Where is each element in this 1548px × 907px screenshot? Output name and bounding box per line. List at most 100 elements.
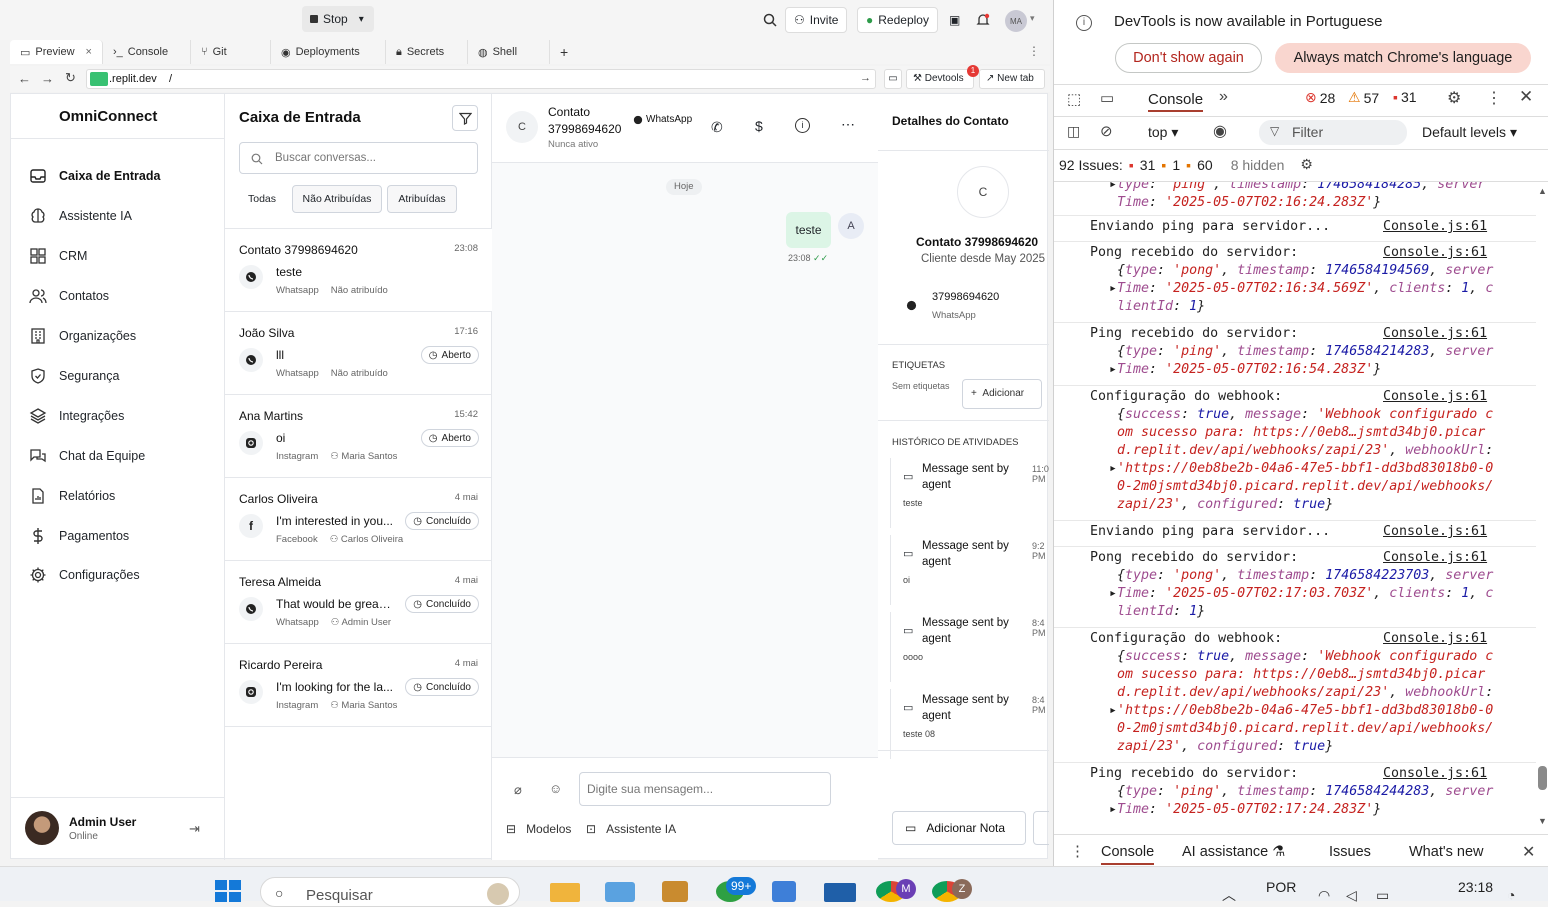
more-icon[interactable]: ⋮ (1486, 88, 1502, 108)
drawer-tab-console[interactable]: Console (1101, 844, 1155, 865)
context-select[interactable]: top ▾ (1148, 124, 1178, 141)
tab-all[interactable]: Todas (239, 185, 285, 213)
tab-assigned[interactable]: Atribuídas (387, 185, 457, 213)
sidebar-item-reports[interactable]: Relatórios (15, 478, 221, 514)
list-item[interactable]: Teresa Almeida 4 mai That would be great… (225, 561, 492, 644)
scrollbar-thumb[interactable] (1538, 766, 1547, 790)
language-indicator[interactable]: POR (1266, 879, 1296, 895)
sidebar-item-settings[interactable]: Configurações (15, 557, 221, 593)
list-item[interactable]: Ricardo Pereira 4 mai I'm looking for th… (225, 644, 492, 727)
more-icon[interactable]: ⋮ (1070, 842, 1085, 860)
tab-console[interactable]: Console (1148, 91, 1204, 112)
search-input[interactable]: Buscar conversas... (239, 142, 478, 174)
more-tabs-icon[interactable]: » (1219, 88, 1228, 106)
calendar-icon[interactable] (772, 881, 796, 902)
forward-icon[interactable]: → (41, 71, 54, 86)
bell-icon[interactable] (968, 7, 998, 33)
sidebar-toggle-icon[interactable]: ◫ (1067, 123, 1080, 140)
device-icon[interactable]: ▭ (1100, 89, 1114, 107)
url-field[interactable]: .replit.dev / → (86, 69, 876, 89)
chevron-up-icon[interactable]: ︿ (1222, 885, 1236, 905)
sidebar-item-inbox[interactable]: Caixa de Entrada (15, 158, 221, 194)
taskbar-search[interactable]: ○ Pesquisar (260, 877, 520, 907)
volume-icon[interactable]: ◁ (1346, 887, 1357, 904)
sidebar-item-ai-assistant[interactable]: Assistente IA (15, 198, 221, 234)
issues-bar[interactable]: 92 Issues: ▪ 31 ▪ 1 ▪ 60 8 hidden ⚙ (1059, 156, 1313, 173)
windows-start-icon[interactable] (215, 880, 242, 902)
add-tag-button[interactable]: + Adicionar (962, 379, 1042, 409)
redeploy-button[interactable]: ● Redeploy (857, 7, 938, 33)
stop-button[interactable]: Stop ▾ (302, 6, 374, 32)
folder-icon[interactable] (550, 883, 580, 902)
drawer-tab-issues[interactable]: Issues (1329, 844, 1371, 860)
new-tab-button[interactable]: ↗ New tab (979, 69, 1045, 89)
warning-count[interactable]: ⚠ 57 (1348, 89, 1379, 106)
info-count[interactable]: ▪ 31 (1393, 89, 1417, 105)
tab-shell[interactable]: ◍ Shell (468, 40, 550, 64)
tab-preview[interactable]: ▭ Preview × (10, 40, 103, 64)
reload-icon[interactable]: ↻ (65, 70, 76, 86)
more-icon[interactable]: ⋯ (841, 116, 855, 133)
list-item[interactable]: Ana Martins 15:42 oi ◷ Aberto Instagram ⚇ … (225, 395, 492, 478)
list-item[interactable]: Carlos Oliveira 4 mai f I'm interested i… (225, 478, 492, 561)
gear-icon[interactable]: ⚙ (1447, 88, 1461, 108)
battery-icon[interactable]: ▭ (1376, 887, 1389, 904)
invite-button[interactable]: ⚇ Invite (785, 7, 848, 33)
clock[interactable]: 23:18 (1458, 879, 1493, 895)
window-icon[interactable]: ▣ (941, 7, 968, 33)
go-icon[interactable]: → (860, 72, 871, 84)
sidebar-item-crm[interactable]: CRM (15, 238, 221, 274)
close-icon[interactable]: ✕ (1519, 87, 1533, 107)
sidebar-item-team-chat[interactable]: Chat da Equipe (15, 438, 221, 474)
photos-icon[interactable] (824, 883, 856, 902)
sidebar-item-contacts[interactable]: Contatos (15, 278, 221, 314)
wifi-icon[interactable]: ◠ (1318, 887, 1330, 904)
sidebar-item-integrations[interactable]: Integrações (15, 398, 221, 434)
emoji-icon[interactable]: ☺ (549, 781, 562, 796)
sidebar-item-organizations[interactable]: Organizações (15, 318, 221, 354)
sidebar-item-payments[interactable]: Pagamentos (15, 518, 221, 554)
secondary-button[interactable] (1033, 811, 1049, 845)
more-icon[interactable]: ⋮ (1028, 44, 1040, 58)
inspect-icon[interactable]: ⬚ (1067, 90, 1081, 108)
devtools-button[interactable]: ⚒ Devtools 1 (906, 65, 979, 89)
screen-icon[interactable]: ▭ (884, 69, 902, 89)
clear-icon[interactable]: ⊘ (1100, 122, 1113, 140)
search-icon[interactable] (755, 7, 785, 33)
phone-icon[interactable]: ✆ (711, 119, 723, 136)
tab-git[interactable]: ⑂ Git (191, 40, 271, 64)
tab-unassigned[interactable]: Não Atribuídas (292, 185, 382, 213)
list-item[interactable]: Contato 37998694620 23:08 teste Whatsapp… (225, 229, 492, 312)
filter-input[interactable]: ▽ Filter (1259, 120, 1407, 145)
error-count[interactable]: ⊗ 28 (1305, 89, 1335, 106)
always-match-button[interactable]: Always match Chrome's language (1275, 43, 1531, 73)
back-icon[interactable]: ← (18, 71, 31, 86)
app-icon[interactable] (605, 882, 635, 902)
logout-icon[interactable]: ⇥ (189, 821, 200, 837)
close-icon[interactable]: ✕ (1522, 842, 1535, 862)
tab-secrets[interactable]: 🔒︎ Secrets (386, 40, 468, 64)
templates-button[interactable]: ⊟ Modelos (506, 822, 571, 836)
scrollbar[interactable]: ▲ ▼ (1536, 186, 1548, 826)
gear-icon[interactable]: ⚙ (1300, 156, 1313, 173)
sidebar-item-security[interactable]: Segurança (15, 358, 221, 394)
attach-icon[interactable]: ⌀ (514, 782, 522, 798)
message-input[interactable]: Digite sua mensagem... (579, 772, 831, 806)
drawer-tab-whats-new[interactable]: What's new (1409, 844, 1484, 860)
add-tab-button[interactable]: + (550, 40, 578, 64)
levels-select[interactable]: Default levels ▾ (1422, 124, 1517, 141)
ai-assistant-button[interactable]: ⊡ Assistente IA (586, 822, 676, 836)
list-item[interactable]: João Silva 17:16 lll ◷ Aberto Whatsapp Não… (225, 312, 492, 395)
close-icon[interactable]: × (86, 46, 92, 58)
add-note-button[interactable]: ▭ Adicionar Nota (892, 811, 1026, 845)
drawer-tab-ai[interactable]: AI assistance ⚗ (1182, 844, 1285, 860)
tab-console[interactable]: ›_ Console (103, 40, 191, 64)
info-icon[interactable]: i (795, 118, 810, 133)
user-avatar[interactable]: MA (1005, 10, 1027, 32)
dont-show-button[interactable]: Don't show again (1115, 43, 1262, 73)
tab-deployments[interactable]: ◉ Deployments (271, 40, 386, 64)
eye-icon[interactable]: ◉ (1213, 121, 1227, 141)
dollar-icon[interactable]: $ (755, 118, 763, 134)
filter-button[interactable] (452, 105, 478, 131)
lock-app-icon[interactable] (662, 881, 688, 902)
